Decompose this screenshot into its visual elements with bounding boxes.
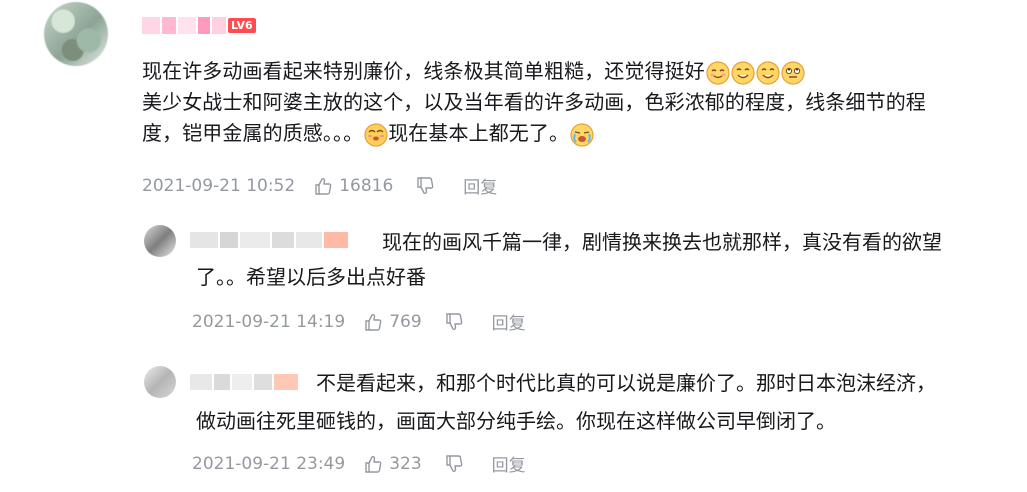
like-button[interactable]: 769 [363,311,422,332]
comment-line-2: 美少女战士和阿婆主放的这个，以及当年看的许多动画，色彩浓郁的程度，线条细节的程 [142,90,926,114]
reply-line-2: 做动画往死里砸钱的，画面大部分纯手绘。你现在这样做公司早倒闭了。 [196,409,836,433]
comment-line-1: 现在许多动画看起来特别廉价，线条极其简单粗糙，还觉得挺好 [142,59,705,83]
reply-meta: 2021-09-21 23:49 323 回复 [192,451,526,477]
thumbs-up-icon [365,455,382,473]
reply-text: 现在的画风千篇一律，剧情换来换去也就那样，真没有看的欲望 [196,226,1016,259]
crying-emoji [570,122,594,147]
like-count: 16816 [339,175,394,196]
comment-time: 2021-09-21 10:52 [142,175,296,196]
reply-line-2: 了。。希望以后多出点好番 [196,265,426,289]
reply-avatar[interactable] [144,225,176,257]
user-avatar[interactable] [44,2,108,66]
comment-text: 现在许多动画看起来特别廉价，线条极其简单粗糙，还觉得挺好 美少女战士和阿婆主放的… [142,56,1010,149]
reply-button[interactable]: 回复 [492,451,526,476]
roll-eyes-emoji [781,60,805,85]
like-count: 769 [389,311,422,332]
reply-avatar[interactable] [144,366,176,398]
thumbs-down-icon [445,312,463,330]
reply-line-1: 不是看起来，和那个时代比真的可以说是廉价了。那时日本泡沫经济， [316,371,936,395]
reply-button[interactable]: 回复 [463,173,497,198]
dizzy-emoji [364,122,388,147]
like-count: 323 [389,453,422,474]
like-button[interactable]: 323 [363,453,422,474]
dislike-button[interactable] [444,312,464,332]
thumbs-up-icon [315,177,332,195]
comment-line-3b: 现在基本上都无了。 [388,121,570,145]
blush-emoji [706,60,730,85]
reply-text-cont: 做动画往死里砸钱的，画面大部分纯手绘。你现在这样做公司早倒闭了。 [196,405,1016,438]
smile-emoji [731,60,755,85]
comment-meta: 2021-09-21 10:52 16816 回复 [142,173,497,199]
smile-emoji [756,60,780,85]
level-badge: LV6 [228,18,256,33]
username-blurred[interactable] [142,17,228,34]
thumbs-up-icon [365,313,382,331]
reply-line-1: 现在的画风千篇一律，剧情换来换去也就那样，真没有看的欲望 [382,230,942,254]
reply-time: 2021-09-21 14:19 [192,311,346,332]
reply-time: 2021-09-21 23:49 [192,453,346,474]
thumbs-down-icon [445,454,463,472]
thumbs-down-icon [417,176,434,194]
reply-text-cont: 了。。希望以后多出点好番 [196,261,1016,294]
reply-text: 不是看起来，和那个时代比真的可以说是廉价了。那时日本泡沫经济， [196,367,1016,400]
reply-button[interactable]: 回复 [492,309,526,334]
reply-meta: 2021-09-21 14:19 769 回复 [192,309,526,335]
dislike-button[interactable] [415,176,435,196]
dislike-button[interactable] [444,454,464,474]
like-button[interactable]: 16816 [313,176,393,196]
comment-line-3a: 度，铠甲金属的质感。。。 [142,121,364,145]
